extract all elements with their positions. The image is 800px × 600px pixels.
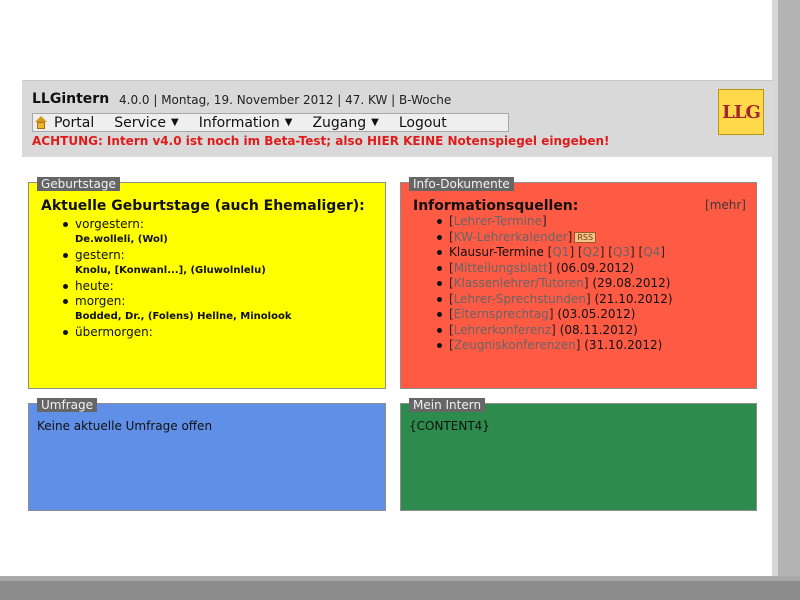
list-item: gestern: [61, 248, 292, 263]
item-date: (21.10.2012) [594, 291, 673, 306]
link-kw-lehrerkalender[interactable]: KW-Lehrerkalender [454, 230, 568, 244]
birthday-day-label: gestern: [75, 248, 125, 262]
item-date: (31.10.2012) [584, 338, 663, 352]
chevron-down-icon: ▼ [284, 117, 293, 128]
school-logo: LLG [718, 89, 764, 135]
link-elternsprechtag[interactable]: Elternsprechtag [454, 307, 549, 321]
link-lehrer-sprechstunden[interactable]: Lehrer-Sprechstunden [454, 292, 586, 306]
list-item: [Elternsprechtag] (03.05.2012) [435, 307, 673, 323]
link-mitteilungsblatt[interactable]: Mitteilungsblatt [454, 261, 548, 275]
nav-portal[interactable]: Portal [33, 115, 104, 131]
list-item: [Lehrerkonferenz] (08.11.2012) [435, 323, 673, 339]
main-navigation: Portal Service ▼ Information ▼ Zugang ▼ … [32, 113, 509, 132]
birthdays-tab: Geburtstage [37, 177, 120, 191]
brand-title: LLGintern [32, 91, 110, 107]
list-item: [Zeugniskonferenzen] (31.10.2012) [435, 338, 673, 354]
list-item: [Lehrer-Termine] [435, 214, 673, 230]
item-date: (03.05.2012) [557, 307, 636, 321]
info-title: Informationsquellen: [413, 198, 579, 214]
nav-zugang-label: Zugang [312, 114, 367, 131]
more-link[interactable]: [mehr] [705, 198, 746, 212]
item-date: (06.09.2012) [556, 260, 635, 275]
birthdays-title: Aktuelle Geburtstage (auch Ehemaliger): [41, 198, 365, 214]
version-date-info: 4.0.0 | Montag, 19. November 2012 | 47. … [119, 93, 452, 107]
survey-panel: Umfrage Keine aktuelle Umfrage offen [28, 398, 386, 511]
birthday-names: Knolu, [Konwanl...], (Gluwolnlelu) [75, 265, 266, 276]
nav-logout-label: Logout [398, 114, 447, 131]
home-icon [35, 115, 48, 130]
mein-intern-content: {CONTENT4} [409, 419, 490, 433]
birthday-day-label: übermorgen: [75, 325, 153, 339]
list-item: [Mitteilungsblatt] (06.09.2012) [435, 261, 673, 277]
list-item: übermorgen: [61, 325, 292, 340]
chevron-down-icon: ▼ [170, 117, 179, 128]
nav-zugang[interactable]: Zugang ▼ [302, 115, 388, 131]
nav-service-label: Service [114, 114, 166, 131]
chevron-down-icon: ▼ [371, 117, 379, 128]
info-tab: Info-Dokumente [409, 177, 514, 191]
link-q3[interactable]: Q3 [613, 245, 630, 259]
item-date: (08.11.2012) [559, 322, 638, 337]
link-zeugniskonferenzen[interactable]: Zeugniskonferenzen [454, 338, 576, 352]
klausur-termine-label: Klausur-Termine [449, 245, 544, 259]
mein-intern-tab: Mein Intern [409, 398, 486, 412]
rss-icon[interactable]: RSS [574, 231, 597, 243]
list-item: [Klassenlehrer/Tutoren] (29.08.2012) [435, 276, 673, 292]
nav-service[interactable]: Service ▼ [104, 115, 188, 131]
link-lehrer-termine[interactable]: Lehrer-Termine [454, 214, 542, 228]
birthday-day-label: morgen: [75, 294, 126, 308]
link-q4[interactable]: Q4 [643, 245, 660, 259]
list-item: Klausur-Termine [Q1] [Q2] [Q3] [Q4] [435, 245, 673, 261]
info-list: [Lehrer-Termine] [KW-Lehrerkalender] RSS … [435, 214, 673, 354]
link-klassenlehrer-tutoren[interactable]: Klassenlehrer/Tutoren [454, 276, 584, 290]
birthday-names: Bodded, Dr., (Folens) Hellne, Minolook [75, 311, 292, 322]
link-q2[interactable]: Q2 [583, 245, 600, 259]
nav-portal-label: Portal [54, 114, 95, 131]
survey-status: Keine aktuelle Umfrage offen [37, 419, 213, 433]
item-date: (29.08.2012) [592, 276, 671, 290]
birthday-day-label: vorgestern: [75, 217, 144, 231]
list-item: heute: [61, 279, 292, 294]
link-lehrerkonferenz[interactable]: Lehrerkonferenz [454, 323, 551, 337]
mein-intern-panel: Mein Intern {CONTENT4} [400, 398, 757, 511]
list-item: [KW-Lehrerkalender] RSS [435, 230, 673, 246]
nav-logout[interactable]: Logout [389, 115, 457, 131]
list-item: vorgestern: [61, 217, 292, 232]
birthday-list: vorgestern: De.wolleli, (Wol) gestern: K… [61, 217, 292, 340]
beta-warning: ACHTUNG: Intern v4.0 ist noch im Beta-Te… [32, 134, 610, 148]
info-panel: Info-Dokumente Informationsquellen: [meh… [400, 177, 757, 389]
link-q1[interactable]: Q1 [552, 245, 569, 259]
list-item: morgen: [61, 294, 292, 309]
birthday-names: De.wolleli, (Wol) [75, 234, 168, 245]
frame-bottom-highlight [0, 576, 800, 581]
nav-information-label: Information [198, 114, 280, 131]
page-header: LLGintern 4.0.0 | Montag, 19. November 2… [22, 80, 774, 157]
logo-text: LLG [722, 101, 761, 123]
survey-tab: Umfrage [37, 398, 97, 412]
nav-information[interactable]: Information ▼ [189, 115, 303, 131]
list-item: [Lehrer-Sprechstunden] (21.10.2012) [435, 292, 673, 308]
birthday-day-label: heute: [75, 279, 114, 293]
birthdays-panel: Geburtstage Aktuelle Geburtstage (auch E… [28, 177, 386, 389]
